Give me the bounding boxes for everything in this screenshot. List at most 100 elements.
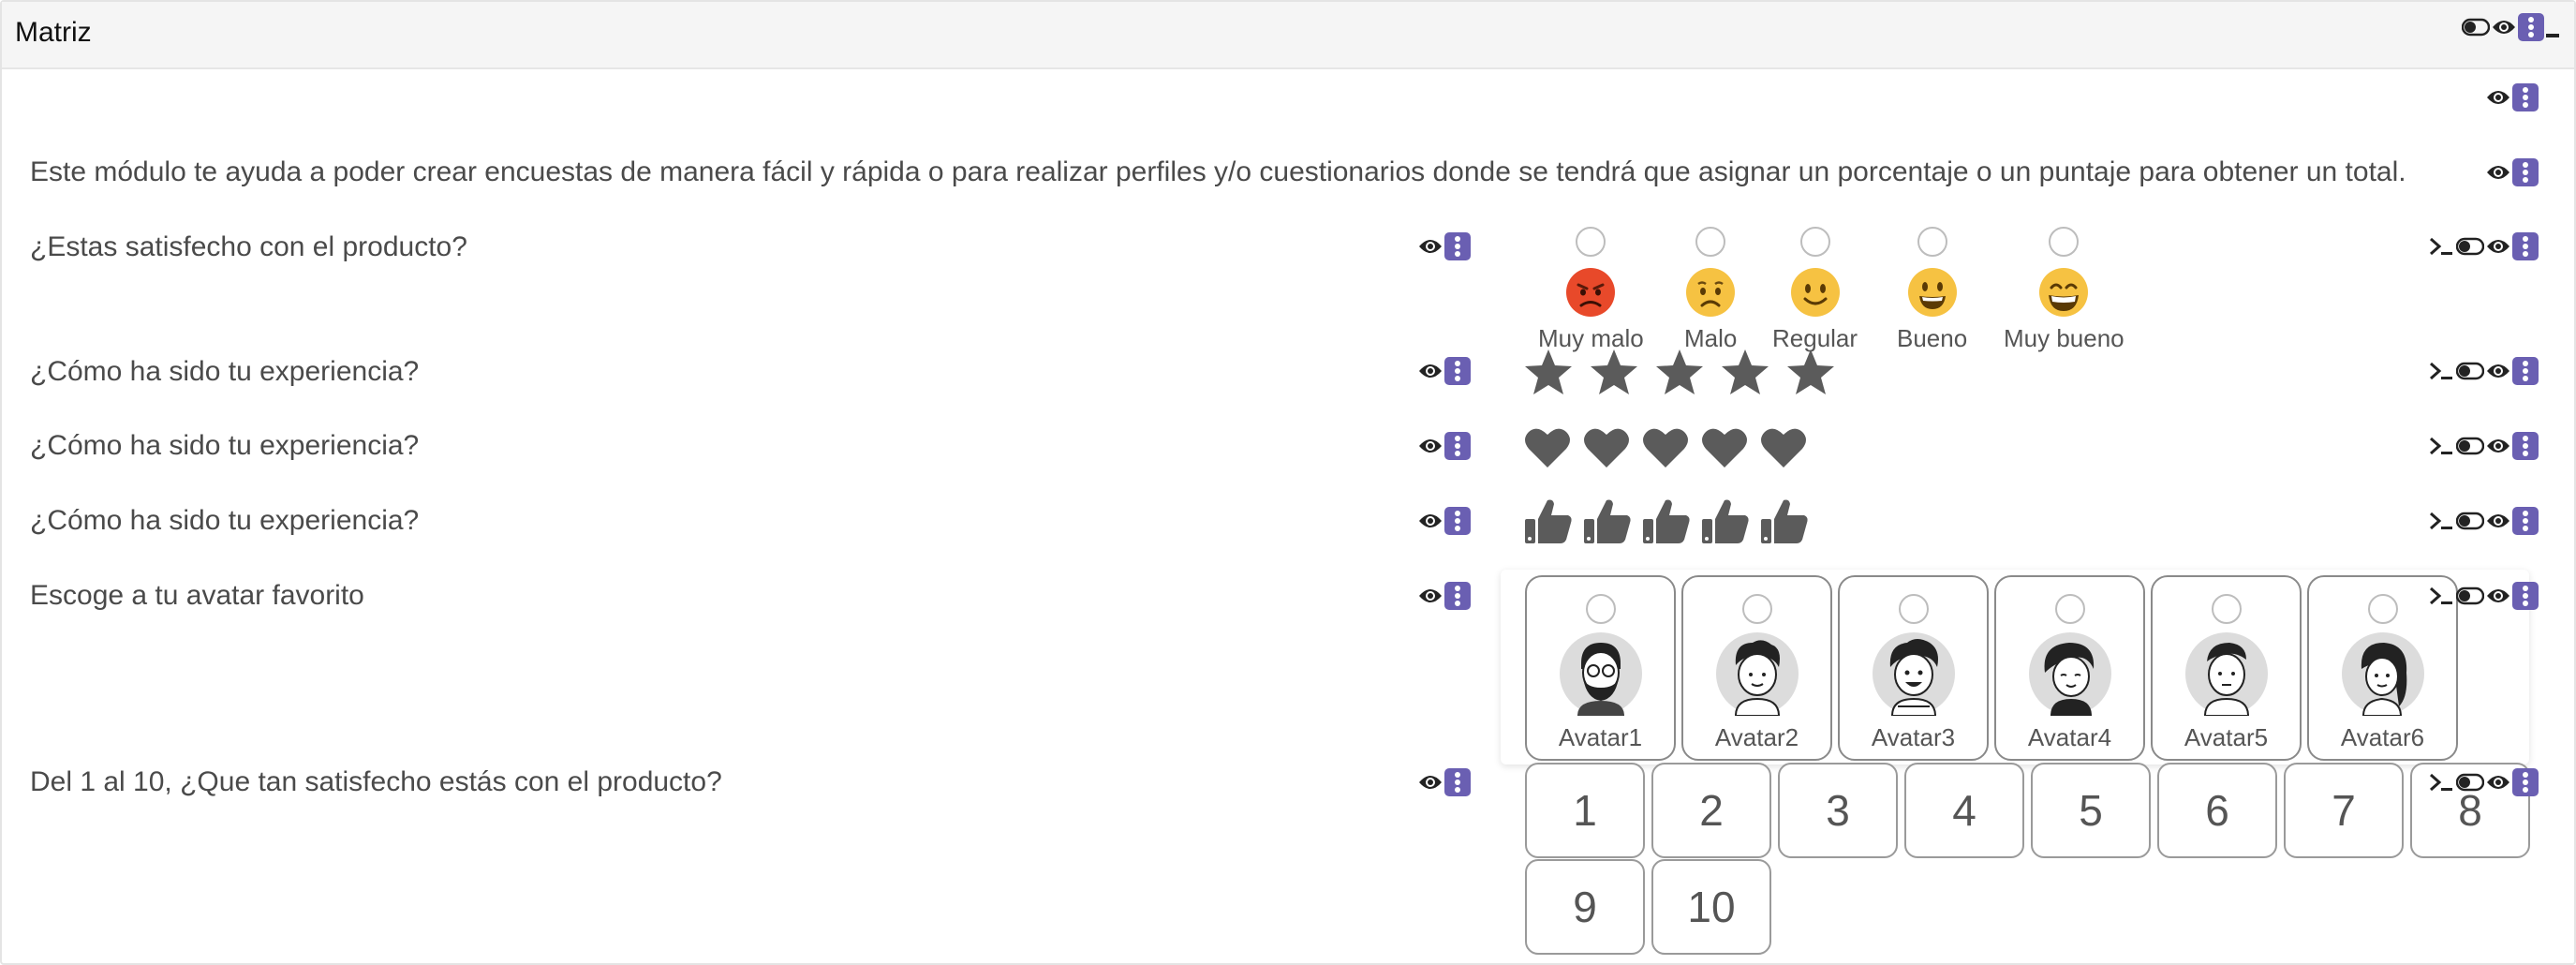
avatar-option-4[interactable]: Avatar4 [1994,575,2145,761]
kebab-menu-icon[interactable] [2512,432,2539,460]
kebab-menu-icon[interactable] [2512,158,2539,186]
kebab-menu-icon[interactable] [2512,357,2539,385]
eye-icon[interactable] [2486,512,2510,530]
kebab-menu-icon[interactable] [2518,13,2544,41]
star-icon[interactable] [1784,347,1837,399]
avatar-option-2[interactable]: Avatar2 [1681,575,1832,761]
worried-face-icon [1686,268,1736,317]
toggle-icon[interactable] [2456,512,2484,530]
radio-button[interactable] [2367,594,2398,624]
kebab-menu-icon[interactable] [2512,232,2539,260]
avatar-label: Avatar2 [1714,723,1799,751]
minimize-icon[interactable] [2546,13,2559,41]
terminal-icon[interactable] [2428,771,2454,794]
avatar-label: Avatar6 [2340,723,2425,751]
eye-icon[interactable] [2486,437,2510,455]
star-icon[interactable] [1653,347,1706,399]
scale-option-10[interactable]: 10 [1651,859,1771,955]
kebab-menu-icon[interactable] [2512,507,2539,535]
eye-icon[interactable] [2486,362,2510,380]
avatar-option-1[interactable]: Avatar1 [1525,575,1676,761]
question-controls [1418,357,1471,385]
scale-option-5[interactable]: 5 [2031,763,2151,858]
rating-option-malo[interactable]: Malo [1684,227,1737,353]
eye-icon[interactable] [1418,586,1443,605]
toggle-icon[interactable] [2456,437,2484,455]
eye-icon[interactable] [1418,512,1443,530]
section-controls [2486,83,2539,111]
rating-option-muy-bueno[interactable]: Muy bueno [2004,227,2124,353]
kebab-menu-icon[interactable] [1444,582,1471,610]
heart-icon[interactable] [1641,423,1690,472]
radio-button[interactable] [1695,227,1726,257]
kebab-menu-icon[interactable] [1444,507,1471,535]
heart-icon[interactable] [1582,423,1631,472]
rating-option-bueno[interactable]: Bueno [1897,227,1967,353]
eye-icon[interactable] [2486,237,2510,256]
terminal-icon[interactable] [2428,235,2454,258]
heart-icon[interactable] [1523,423,1572,472]
thumbs-up-icon[interactable] [1582,497,1633,547]
radio-button[interactable] [1898,594,1929,624]
eye-icon[interactable] [1418,773,1443,792]
scale-option-9[interactable]: 9 [1525,859,1645,955]
question-controls [1418,582,1471,610]
scale-option-4[interactable]: 4 [1904,763,2024,858]
question-label: Escoge a tu avatar favorito [30,580,364,611]
kebab-menu-icon[interactable] [2512,768,2539,796]
kebab-menu-icon[interactable] [1444,768,1471,796]
scale-option-3[interactable]: 3 [1778,763,1898,858]
avatar-option-5[interactable]: Avatar5 [2151,575,2302,761]
terminal-icon[interactable] [2428,585,2454,607]
eye-icon[interactable] [1418,237,1443,256]
radio-button[interactable] [1585,594,1616,624]
radio-button[interactable] [1576,227,1606,257]
terminal-icon[interactable] [2428,435,2454,457]
rating-option-muy-malo[interactable]: Muy malo [1538,227,1644,353]
eye-icon[interactable] [2486,586,2510,605]
eye-icon[interactable] [2486,88,2510,107]
terminal-icon[interactable] [2428,510,2454,532]
avatar-option-3[interactable]: Avatar3 [1838,575,1989,761]
toggle-icon[interactable] [2456,237,2484,256]
eye-icon[interactable] [2486,773,2510,792]
toggle-icon[interactable] [2456,773,2484,792]
kebab-menu-icon[interactable] [2512,582,2539,610]
terminal-icon[interactable] [2428,360,2454,382]
heart-icon[interactable] [1759,423,1808,472]
kebab-menu-icon[interactable] [1444,432,1471,460]
toggle-icon[interactable] [2456,362,2484,380]
kebab-menu-icon[interactable] [2512,83,2539,111]
scale-option-6[interactable]: 6 [2157,763,2277,858]
radio-button[interactable] [2049,227,2080,257]
radio-button[interactable] [2054,594,2085,624]
avatar-label: Avatar1 [1558,723,1643,751]
radio-button[interactable] [1799,227,1830,257]
scale-option-7[interactable]: 7 [2284,763,2404,858]
star-icon[interactable] [1522,347,1575,399]
eye-icon[interactable] [1418,437,1443,455]
question-tools [2428,507,2539,535]
scale-option-1[interactable]: 1 [1525,763,1645,858]
eye-icon[interactable] [2486,163,2510,182]
radio-button[interactable] [2211,594,2242,624]
star-icon[interactable] [1588,347,1640,399]
rating-option-regular[interactable]: Regular [1772,227,1858,353]
toggle-icon[interactable] [2462,18,2490,37]
radio-button[interactable] [1741,594,1772,624]
thumbs-up-icon[interactable] [1523,497,1574,547]
heart-icon[interactable] [1700,423,1749,472]
intro-text: Este módulo te ayuda a poder crear encue… [30,156,2406,187]
star-icon[interactable] [1719,347,1771,399]
scale-option-2[interactable]: 2 [1651,763,1771,858]
thumbs-up-icon[interactable] [1700,497,1751,547]
radio-button[interactable] [1917,227,1947,257]
thumbs-up-icon[interactable] [1641,497,1692,547]
eye-icon[interactable] [2492,18,2516,37]
thumbs-up-icon[interactable] [1759,497,1810,547]
kebab-menu-icon[interactable] [1444,357,1471,385]
eye-icon[interactable] [1418,362,1443,380]
toggle-icon[interactable] [2456,586,2484,605]
kebab-menu-icon[interactable] [1444,232,1471,260]
beaming-face-icon [2039,268,2089,317]
